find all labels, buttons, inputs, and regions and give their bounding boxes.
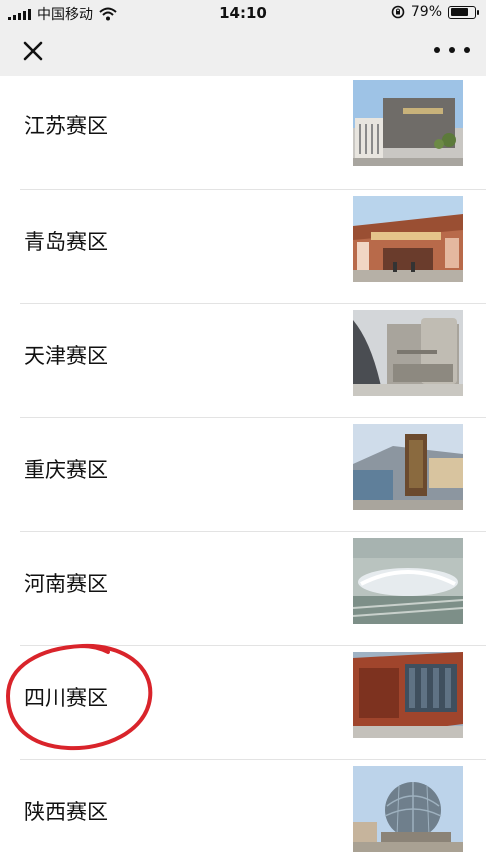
region-label: 陕西赛区: [24, 800, 108, 824]
region-list: 江苏赛区 青岛赛区 天津赛区 重庆赛区 河南赛区 四川赛区 陕西赛区: [0, 76, 486, 865]
museum-sign-photo: [353, 424, 463, 510]
region-item-jiangsu[interactable]: 江苏赛区: [0, 76, 486, 190]
dome-building-photo: [353, 766, 463, 852]
region-label: 重庆赛区: [24, 458, 108, 482]
curved-building-photo: [353, 310, 463, 396]
region-label: 四川赛区: [24, 686, 108, 710]
more-button[interactable]: [434, 40, 470, 60]
region-item-chongqing[interactable]: 重庆赛区: [0, 418, 486, 532]
red-building-photo: [353, 652, 463, 738]
orientation-lock-icon: [391, 5, 405, 19]
gate-building-photo: [353, 196, 463, 282]
close-icon: [23, 41, 43, 61]
status-bar: 中国移动 14:10 79%: [0, 0, 486, 26]
battery-icon: [448, 5, 479, 19]
region-item-tianjin[interactable]: 天津赛区: [0, 304, 486, 418]
region-label: 江苏赛区: [24, 114, 108, 138]
region-label: 天津赛区: [24, 344, 108, 368]
status-right: 79%: [391, 4, 479, 20]
battery-percent: 79%: [410, 4, 442, 20]
aerial-station-photo: [353, 538, 463, 624]
close-button[interactable]: [18, 36, 48, 66]
region-item-shaanxi[interactable]: 陕西赛区: [0, 760, 486, 865]
more-dots-icon: [434, 47, 440, 53]
region-item-qingdao[interactable]: 青岛赛区: [0, 190, 486, 304]
museum-building-photo: [353, 80, 463, 166]
region-label: 河南赛区: [24, 572, 108, 596]
nav-bar: [0, 26, 486, 76]
region-item-sichuan[interactable]: 四川赛区: [0, 646, 486, 760]
region-label: 青岛赛区: [24, 230, 108, 254]
region-item-henan[interactable]: 河南赛区: [0, 532, 486, 646]
